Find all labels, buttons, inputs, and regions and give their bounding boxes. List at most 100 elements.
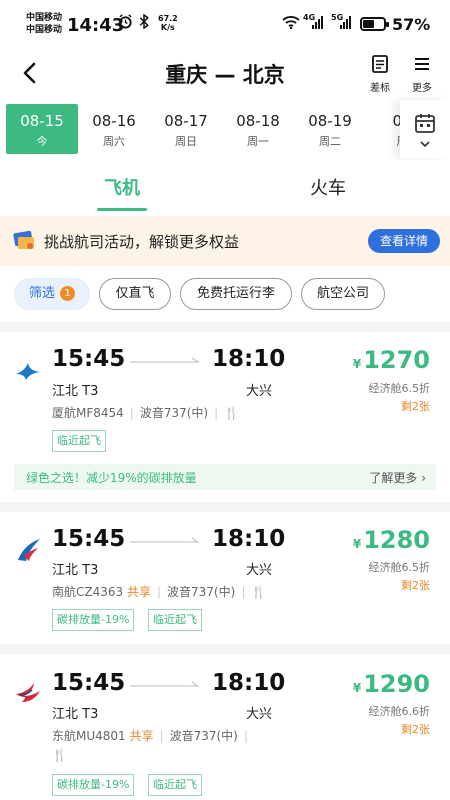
departure-time: 15:45 [52, 526, 126, 552]
flight-meta: 东航MU4801 共享 | 波音737(中) | [52, 729, 248, 743]
battery-percent: 57% [392, 15, 431, 34]
wifi-icon [282, 15, 300, 32]
codeshare-label: 共享 [129, 729, 154, 743]
aircraft-type: 波音737(中) [169, 729, 238, 743]
active-tab-indicator [97, 208, 147, 211]
cabin-class: 经济舱6.6折 [368, 705, 431, 718]
menu-icon [415, 58, 429, 70]
bluetooth-icon [138, 13, 150, 32]
direct-only-chip[interactable]: 仅直飞 [99, 278, 171, 310]
calendar-button[interactable] [400, 100, 450, 158]
card-divider [0, 644, 450, 654]
more-label: 更多 [412, 83, 432, 94]
aircraft-type: 波音737(中) [139, 406, 209, 420]
flight-meta: 南航CZ4363 共享 | 波音737(中) | 🍴 [52, 585, 267, 599]
compare-label: 差标 [370, 83, 390, 94]
seats-remaining: 剩2张 [401, 723, 430, 736]
chevron-down-icon [420, 141, 430, 148]
flight-search-screen: 中国移动 中国移动 14:43 67.2 K/s 4G 5G 57% 重庆 — … [0, 0, 450, 800]
document-icon [372, 55, 388, 73]
filter-count-badge: 1 [60, 286, 75, 301]
flight-card[interactable]: 15:45 18:10 江北 T3 大兴 ¥1280 经济舱6.5折 剩2张 南… [0, 512, 450, 644]
price: ¥1270 [352, 346, 430, 374]
promo-banner[interactable]: 挑战航司活动，解锁更多权益 查看详情 [0, 216, 450, 266]
departure-time: 15:45 [52, 346, 126, 372]
battery-icon [360, 17, 389, 31]
cabin-class: 经济舱6.5折 [368, 561, 431, 574]
arrival-airport: 大兴 [246, 563, 273, 578]
flight-arrow-icon [130, 357, 200, 363]
date-tab-1[interactable]: 08-16 周六 [78, 104, 150, 154]
top-nav: 重庆 — 北京 差标 更多 [0, 50, 450, 100]
more-button[interactable]: 更多 [404, 54, 440, 94]
arrival-time: 18:10 [212, 526, 286, 552]
status-bar: 中国移动 中国移动 14:43 67.2 K/s 4G 5G 57% [0, 0, 450, 50]
departure-airport: 江北 T3 [52, 384, 99, 399]
date-tab-3[interactable]: 08-18 周一 [222, 104, 294, 154]
tab-flight[interactable]: 飞机 [62, 174, 182, 200]
airline-chip[interactable]: 航空公司 [301, 278, 385, 310]
aircraft-type: 波音737(中) [167, 585, 236, 599]
tag-departing-soon: 临近起飞 [148, 609, 202, 631]
carrier-labels: 中国移动 中国移动 [26, 12, 62, 36]
tag-carbon: 碳排放量-19% [52, 609, 135, 631]
departure-airport: 江北 T3 [52, 707, 99, 722]
alarm-icon [118, 14, 133, 32]
seats-remaining: 剩2张 [401, 400, 430, 413]
china-eastern-logo [14, 680, 42, 708]
date-strip: 08-15 今 08-16 周六 08-17 周日 08-18 周一 08-19… [0, 100, 450, 160]
arrival-airport: 大兴 [246, 707, 273, 722]
filter-label: 筛选 [28, 286, 55, 301]
xiamen-airlines-logo [14, 358, 42, 386]
flight-number: 南航CZ4363 [52, 585, 124, 599]
tag-carbon: 碳排放量-19% [52, 774, 135, 796]
flight-arrow-icon [130, 681, 200, 687]
codeshare-label: 共享 [126, 585, 151, 599]
card-divider [0, 502, 450, 512]
date-tab-0[interactable]: 08-15 今 [6, 104, 78, 154]
net-speed: 67.2 K/s [158, 14, 178, 32]
promo-details-button[interactable]: 查看详情 [368, 229, 440, 253]
flight-arrow-icon [130, 537, 200, 543]
chevron-right-icon: › [421, 471, 426, 485]
price: ¥1290 [352, 670, 430, 698]
china-southern-logo [14, 536, 42, 564]
clock: 14:43 [67, 15, 125, 36]
tag-departing-soon: 临近起飞 [148, 774, 202, 796]
green-choice-text: 绿色之选！减少19%的碳排放量 [26, 471, 197, 485]
compare-button[interactable]: 差标 [362, 54, 398, 94]
price: ¥1280 [352, 526, 430, 554]
flight-card[interactable]: 15:45 18:10 江北 T3 大兴 ¥1290 经济舱6.6折 剩2张 东… [0, 654, 450, 800]
transport-tabs: 飞机 火车 [0, 160, 450, 216]
cabin-class: 经济舱6.5折 [368, 382, 431, 395]
carrier-2: 中国移动 [26, 25, 63, 35]
tab-train[interactable]: 火车 [268, 174, 388, 200]
flight-meta: 厦航MF8454 | 波音737(中) | 🍴 [52, 406, 240, 420]
meal-icon: 🍴 [52, 748, 67, 762]
departure-time: 15:45 [52, 670, 126, 696]
filter-bar: 筛选 1 仅直飞 免费托运行李 航空公司 [0, 266, 450, 322]
meal-icon: 🍴 [251, 585, 267, 599]
green-choice-bar[interactable]: 绿色之选！减少19%的碳排放量 了解更多 › [14, 464, 436, 490]
learn-more-link[interactable]: 了解更多 › [369, 469, 426, 486]
seats-remaining: 剩2张 [401, 579, 430, 592]
ticket-icon [12, 229, 38, 257]
carrier-1: 中国移动 [26, 13, 63, 23]
arrival-time: 18:10 [212, 346, 286, 372]
calendar-icon [415, 114, 435, 133]
departure-airport: 江北 T3 [52, 563, 99, 578]
filter-button[interactable]: 筛选 1 [14, 278, 90, 310]
arrival-airport: 大兴 [246, 384, 273, 399]
promo-text: 挑战航司活动，解锁更多权益 [44, 233, 240, 251]
free-baggage-chip[interactable]: 免费托运行李 [180, 278, 292, 310]
date-tab-2[interactable]: 08-17 周日 [150, 104, 222, 154]
tag-departing-soon: 临近起飞 [52, 430, 106, 452]
flight-number: 东航MU4801 [52, 729, 126, 743]
flight-card[interactable]: 15:45 18:10 江北 T3 大兴 ¥1270 经济舱6.5折 剩2张 厦… [0, 332, 450, 502]
arrival-time: 18:10 [212, 670, 286, 696]
signal-icon-1 [312, 15, 323, 29]
meal-icon: 🍴 [224, 406, 240, 420]
date-tab-4[interactable]: 08-19 周二 [294, 104, 366, 154]
flight-number: 厦航MF8454 [52, 406, 124, 420]
signal-icon-2 [340, 15, 351, 29]
